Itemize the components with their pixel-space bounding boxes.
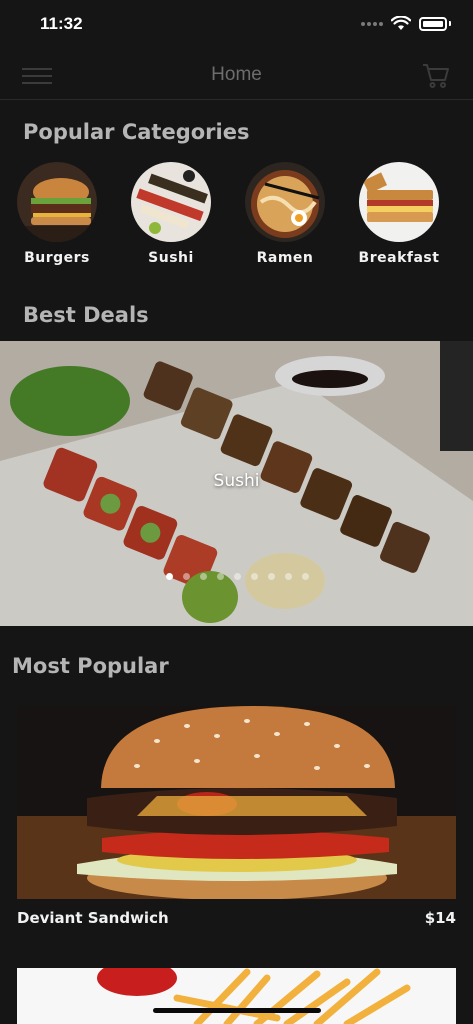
page-dot[interactable] — [183, 573, 190, 580]
page-dot[interactable] — [166, 573, 173, 580]
cellular-signal-icon — [361, 21, 383, 26]
page-dot[interactable] — [251, 573, 258, 580]
page-dot[interactable] — [200, 573, 207, 580]
best-deals-title: Best Deals — [23, 303, 149, 327]
page-title: Home — [211, 64, 262, 85]
status-time: 11:32 — [40, 14, 83, 33]
category-label: Ramen — [256, 250, 314, 266]
categories-list: Burgers Sushi Ramen Breakfast — [0, 162, 473, 272]
category-sushi[interactable]: Sushi — [121, 162, 221, 266]
popular-item-price: $14 — [424, 909, 456, 927]
cart-icon[interactable] — [421, 60, 451, 90]
popular-item-card[interactable]: Deviant Sandwich $14 — [17, 706, 456, 927]
popular-item-image-fries — [17, 968, 456, 1024]
page-dot[interactable] — [268, 573, 275, 580]
popular-item-info: Deviant Sandwich $14 — [17, 909, 456, 927]
status-icons — [361, 16, 451, 31]
category-image-breakfast — [359, 162, 439, 242]
page-dot[interactable] — [234, 573, 241, 580]
page-dot[interactable] — [217, 573, 224, 580]
page-dot[interactable] — [302, 573, 309, 580]
category-breakfast[interactable]: Breakfast — [349, 162, 449, 266]
deals-carousel[interactable]: Sushi — [0, 341, 473, 626]
category-burgers[interactable]: Burgers — [7, 162, 107, 266]
category-label: Burgers — [24, 250, 90, 266]
category-image-sushi — [131, 162, 211, 242]
category-ramen[interactable]: Ramen — [235, 162, 335, 266]
category-label: Breakfast — [358, 250, 440, 266]
nav-bar: Home — [0, 52, 473, 100]
category-image-burgers — [17, 162, 97, 242]
home-indicator[interactable] — [153, 1008, 321, 1013]
popular-item-card-next[interactable] — [17, 968, 456, 1024]
deal-caption: Sushi — [213, 471, 260, 491]
page-dot[interactable] — [285, 573, 292, 580]
wifi-icon — [391, 16, 411, 30]
most-popular-title: Most Popular — [12, 654, 169, 678]
popular-item-image — [17, 706, 456, 899]
battery-icon — [419, 16, 447, 31]
popular-categories-title: Popular Categories — [23, 120, 250, 144]
popular-item-name: Deviant Sandwich — [17, 909, 169, 927]
status-bar: 11:32 — [0, 0, 473, 52]
carousel-page-indicator[interactable] — [166, 573, 309, 580]
category-label: Sushi — [148, 250, 194, 266]
category-image-ramen — [245, 162, 325, 242]
battery-tip — [449, 21, 451, 26]
